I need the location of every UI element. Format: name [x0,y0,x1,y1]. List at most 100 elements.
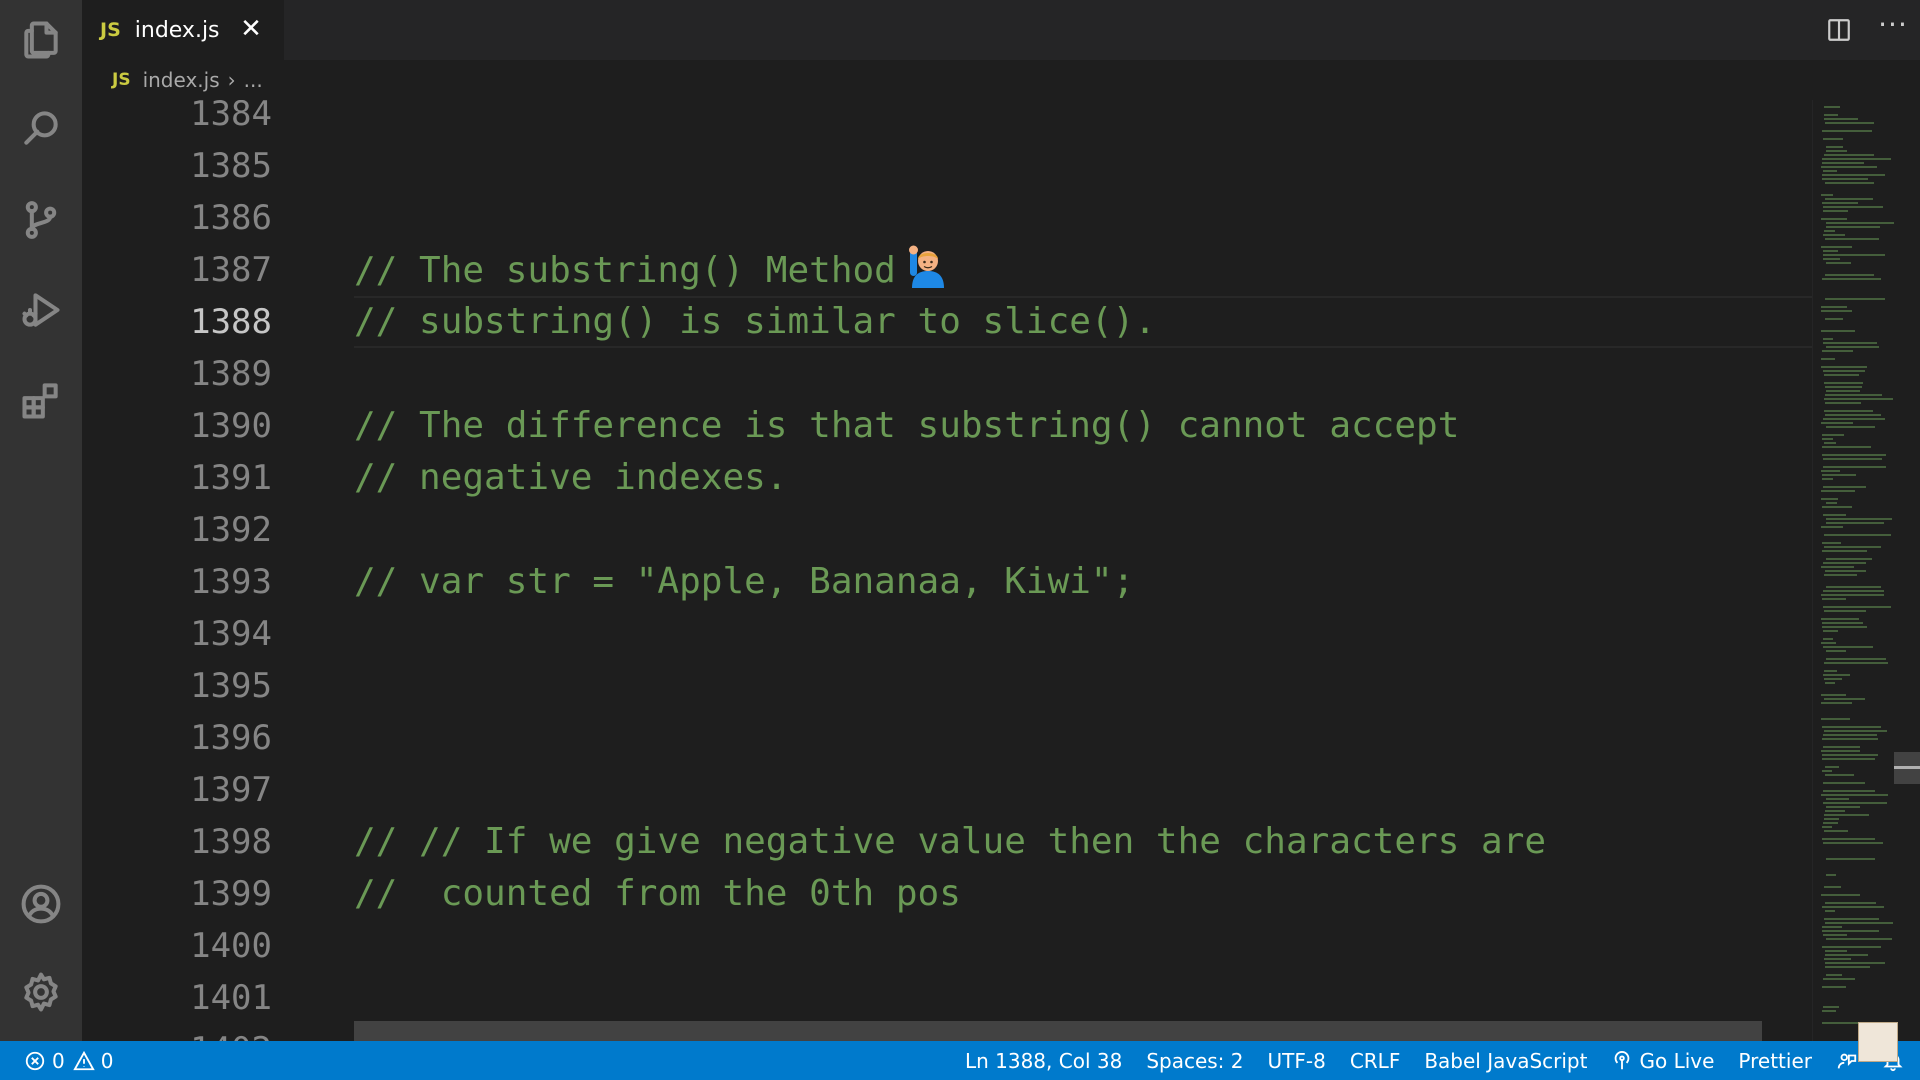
code-line[interactable]: // The difference is that substring() ca… [272,400,1812,452]
minimap-line [1826,650,1846,652]
code-line[interactable] [272,764,1812,816]
code-line[interactable]: // substring() is similar to slice(). [272,296,1812,348]
code-line[interactable] [272,712,1812,764]
code-line[interactable]: // // If we give negative value then the… [272,816,1812,868]
settings-gear-icon[interactable] [17,968,65,1016]
minimap-line [1823,418,1885,420]
minimap-line [1826,586,1881,588]
chevron-right-icon: › [227,68,236,92]
end-of-line[interactable]: CRLF [1338,1041,1413,1080]
code-line[interactable] [272,348,1812,400]
minimap-line [1825,766,1839,768]
minimap-line [1826,558,1872,560]
code-line[interactable] [272,504,1812,556]
minimap-line [1824,398,1893,400]
prettier-status[interactable]: Prettier [1726,1041,1824,1080]
minimap-line [1822,906,1884,908]
breadcrumb-file[interactable]: index.js [143,68,220,92]
more-actions-icon[interactable]: ··· [1866,0,1920,60]
code-line[interactable] [272,920,1812,972]
minimap-line [1822,434,1844,436]
minimap-line [1822,178,1868,180]
error-count: 0 [52,1048,65,1073]
code-line[interactable]: // counted from the 0th pos [272,868,1812,920]
activity-bar [0,0,82,1041]
minimap-line [1823,370,1865,372]
minimap-line [1824,678,1842,680]
minimap-line [1824,610,1866,612]
minimap-line [1824,670,1837,672]
code-line[interactable]: // negative indexes. [272,452,1812,504]
code-line[interactable] [272,140,1812,192]
minimap-line [1825,950,1847,952]
code-area[interactable]: // The substring() Method // substring() … [272,100,1812,1041]
minimap-line [1821,718,1850,720]
minimap-line [1822,770,1832,772]
split-editor-icon[interactable] [1812,0,1866,60]
minimap-line [1821,366,1867,368]
minimap-line [1822,626,1867,628]
line-number: 1390 [190,406,272,446]
editor-actions: ··· [1812,0,1920,60]
close-icon[interactable]: ✕ [236,14,266,44]
minimap-line [1826,974,1842,976]
minimap-line [1822,946,1881,948]
cursor-position[interactable]: Ln 1388, Col 38 [953,1041,1134,1080]
extensions-icon[interactable] [17,376,65,424]
minimap-line [1823,802,1887,804]
code-line[interactable] [272,100,1812,140]
minimap-line [1822,986,1846,988]
minimap-line [1825,238,1879,240]
line-number: 1399 [190,874,272,914]
minimap-line [1822,202,1858,204]
code-line[interactable] [272,660,1812,712]
minimap-line [1822,158,1891,160]
minimap-line [1823,562,1866,564]
code-editor[interactable]: 1384 1385 1386 1387 1388 1389 1390 1391 1392 1393… [82,100,1812,1041]
minimap-line [1826,262,1851,264]
search-icon[interactable] [17,104,65,152]
minimap-line [1822,758,1875,760]
minimap-line [1826,858,1875,860]
language-mode[interactable]: Babel JavaScript [1412,1041,1599,1080]
minimap-line [1825,570,1866,572]
minimap-line [1822,478,1833,480]
javascript-file-icon: JS [112,70,131,90]
source-control-icon[interactable] [17,196,65,244]
files-icon[interactable] [17,16,65,64]
tab-index-js[interactable]: JS index.js ✕ [82,0,284,60]
indentation[interactable]: Spaces: 2 [1134,1041,1255,1080]
javascript-file-icon: JS [100,19,121,41]
minimap-line [1823,978,1855,980]
minimap-line [1823,1006,1839,1008]
minimap-line [1825,954,1868,956]
minimap-line [1823,258,1840,260]
code-line[interactable] [272,608,1812,660]
run-debug-icon[interactable] [17,286,65,334]
minimap-line [1821,166,1877,168]
minimap-line [1823,842,1883,844]
comment-text: // var str = "Apple, Bananaa, Kiwi"; [354,561,1135,602]
minimap-line [1824,534,1891,536]
breadcrumb-symbol[interactable]: ... [244,68,263,92]
go-live-button[interactable]: Go Live [1599,1041,1726,1080]
code-line[interactable]: // The substring() Method [272,244,1812,296]
line-number: 1389 [190,354,272,394]
minimap-line [1822,446,1871,448]
code-line[interactable] [272,972,1812,1024]
horizontal-scrollbar[interactable] [354,1021,1762,1041]
minimap-line [1824,886,1841,888]
minimap[interactable] [1812,100,1920,1041]
minimap-line [1822,350,1853,352]
minimap-line [1822,738,1878,740]
minimap-line [1825,122,1874,124]
problems-indicator[interactable]: 0 0 [24,1041,125,1080]
minimap-line [1826,390,1860,392]
minimap-line [1821,694,1846,696]
minimap-line [1822,174,1885,176]
code-line[interactable] [272,192,1812,244]
account-icon[interactable] [17,880,65,928]
encoding[interactable]: UTF-8 [1256,1041,1338,1080]
code-line[interactable]: // var str = "Apple, Bananaa, Kiwi"; [272,556,1812,608]
minimap-line [1825,682,1835,684]
